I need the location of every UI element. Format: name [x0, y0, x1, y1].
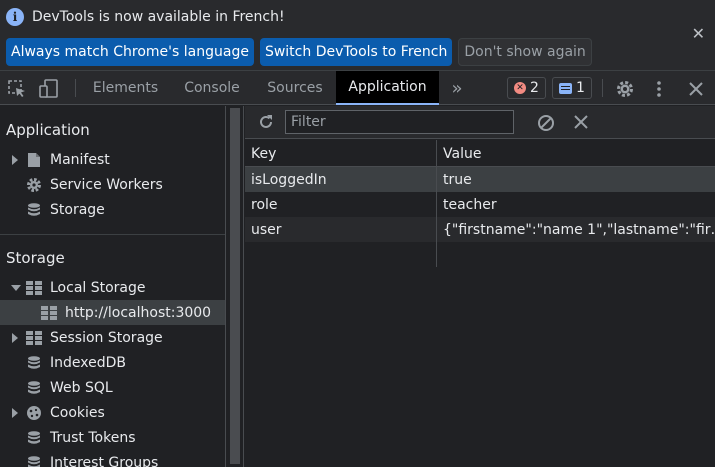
gear-icon	[26, 177, 42, 193]
more-tabs-chevron-icon[interactable]: »	[442, 71, 472, 105]
empty-table-row[interactable]	[245, 242, 715, 267]
tab-sources[interactable]: Sources	[256, 71, 334, 105]
sidebar-item-cookies[interactable]: Cookies	[0, 400, 225, 425]
sidebar-item-storage[interactable]: Storage	[0, 197, 225, 222]
dont-show-again-button[interactable]: Don't show again	[458, 38, 592, 66]
sidebar-item-label: Cookies	[50, 404, 105, 421]
database-icon	[26, 202, 42, 218]
error-count: 2	[530, 80, 539, 96]
sidebar-item-service-workers[interactable]: Service Workers	[0, 172, 225, 197]
database-icon	[26, 380, 42, 396]
tab-elements[interactable]: Elements	[85, 71, 166, 105]
tab-separator	[602, 79, 603, 97]
column-header-value[interactable]: Value	[437, 141, 715, 166]
sidebar-item-trust-tokens[interactable]: Trust Tokens	[0, 425, 225, 450]
always-match-language-button[interactable]: Always match Chrome's language	[6, 38, 254, 66]
main-tab-strip: Elements Console Sources Application » ✕…	[0, 71, 715, 105]
sidebar-divider	[0, 234, 225, 235]
message-icon	[559, 82, 572, 94]
filter-input[interactable]	[285, 110, 514, 134]
row-key: user	[251, 221, 282, 238]
sidebar-scrollbar[interactable]	[226, 106, 244, 467]
settings-gear-icon[interactable]	[615, 79, 635, 103]
sidebar-item-web-sql[interactable]: Web SQL	[0, 375, 225, 400]
document-icon	[26, 152, 42, 168]
sidebar-item-label: Local Storage	[50, 279, 146, 296]
sidebar-item-label: Web SQL	[50, 379, 113, 396]
delete-selected-icon[interactable]	[573, 114, 589, 134]
row-value: {"firstname":"name 1","lastname":"fir…	[443, 221, 715, 238]
database-icon	[26, 455, 42, 467]
table-header: Key Value	[245, 140, 715, 167]
language-infobar: i DevTools is now available in French! ✕…	[0, 0, 715, 71]
sidebar-item-local-storage[interactable]: Local Storage	[0, 275, 225, 300]
message-count-badge[interactable]: 1	[552, 77, 592, 99]
expand-arrow-icon	[12, 154, 24, 165]
grid-icon	[41, 305, 57, 321]
sidebar-item-interest-groups[interactable]: Interest Groups	[0, 450, 225, 467]
table-row[interactable]: user {"firstname":"name 1","lastname":"f…	[245, 217, 715, 242]
row-key: role	[251, 196, 278, 213]
device-toolbar-icon[interactable]	[38, 79, 60, 103]
info-icon: i	[6, 8, 24, 26]
sidebar-item-indexeddb[interactable]: IndexedDB	[0, 350, 225, 375]
infobar-buttons: Always match Chrome's language Switch De…	[6, 38, 592, 66]
error-count-badge[interactable]: ✕ 2	[507, 77, 546, 99]
sidebar-item-label: Storage	[50, 201, 105, 218]
application-sidebar: Application Manifest Service Workers Sto…	[0, 106, 226, 467]
infobar-message-row: i DevTools is now available in French!	[6, 8, 285, 26]
sidebar-item-label: Service Workers	[50, 176, 163, 193]
sidebar-item-label: http://localhost:3000	[65, 304, 212, 321]
grid-icon	[26, 280, 42, 296]
infobar-close-icon[interactable]: ✕	[692, 24, 705, 43]
local-storage-table: Key Value isLoggedIn true role teacher u…	[245, 140, 715, 467]
sidebar-item-label: Session Storage	[50, 329, 163, 346]
grid-icon	[26, 330, 42, 346]
cookie-icon	[26, 405, 42, 421]
customize-menu-icon[interactable]	[652, 79, 666, 103]
table-row[interactable]: isLoggedIn true	[245, 167, 715, 192]
message-count: 1	[576, 80, 585, 96]
column-header-key[interactable]: Key	[245, 141, 436, 166]
expand-arrow-icon	[12, 332, 24, 343]
sidebar-item-label: Interest Groups	[50, 454, 159, 467]
row-value: teacher	[443, 196, 497, 213]
sidebar-item-label: Manifest	[50, 151, 110, 168]
refresh-icon[interactable]	[257, 113, 275, 135]
sidebar-scrollbar-thumb[interactable]	[230, 108, 240, 464]
inspect-element-icon[interactable]	[7, 79, 27, 103]
column-divider[interactable]	[436, 140, 437, 267]
row-key: isLoggedIn	[251, 171, 327, 188]
sidebar-item-localhost-3000[interactable]: http://localhost:3000	[0, 300, 225, 325]
database-icon	[26, 355, 42, 371]
clear-all-icon[interactable]	[537, 114, 555, 136]
close-devtools-icon[interactable]	[687, 79, 705, 103]
table-row[interactable]: role teacher	[245, 192, 715, 217]
database-icon	[26, 430, 42, 446]
infobar-message: DevTools is now available in French!	[32, 9, 285, 25]
sidebar-section-storage: Storage	[6, 249, 65, 267]
error-icon: ✕	[514, 82, 526, 94]
tab-application[interactable]: Application	[336, 71, 439, 105]
sidebar-item-session-storage[interactable]: Session Storage	[0, 325, 225, 350]
sidebar-section-application: Application	[6, 121, 90, 139]
collapse-arrow-icon	[11, 284, 23, 291]
switch-to-french-button[interactable]: Switch DevTools to French	[259, 38, 453, 66]
tab-console[interactable]: Console	[172, 71, 252, 105]
sidebar-item-manifest[interactable]: Manifest	[0, 147, 225, 172]
storage-toolbar	[245, 106, 715, 139]
expand-arrow-icon	[12, 407, 24, 418]
tab-separator	[75, 79, 76, 97]
sidebar-item-label: Trust Tokens	[50, 429, 136, 446]
row-value: true	[443, 171, 472, 188]
sidebar-item-label: IndexedDB	[50, 354, 126, 371]
